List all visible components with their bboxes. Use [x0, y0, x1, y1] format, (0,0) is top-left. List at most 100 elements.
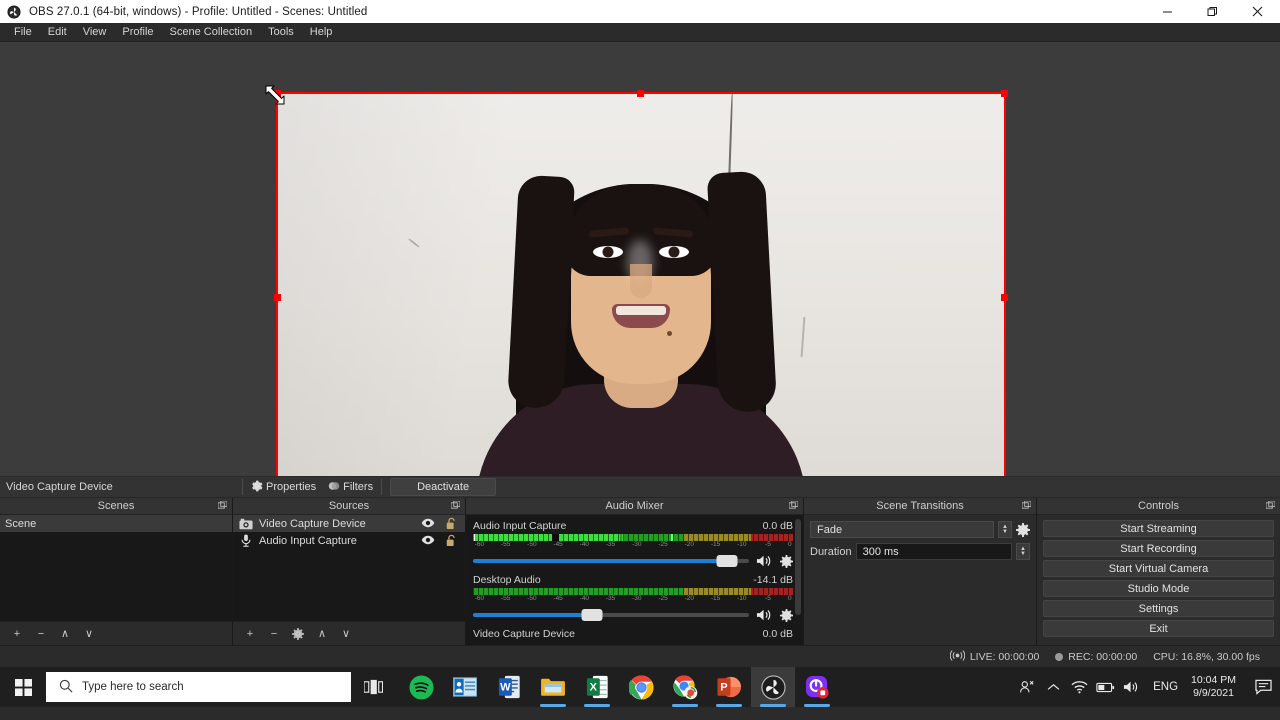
live-time-label: LIVE: 00:00:00 [969, 650, 1040, 663]
taskbar-app-word[interactable]: W [487, 667, 531, 707]
app-running-indicator [540, 704, 566, 707]
scenes-dock-title: Scenes [0, 498, 232, 515]
transition-select[interactable]: Fade [810, 521, 994, 538]
audio-mixer-dock-title: Audio Mixer [466, 498, 803, 515]
duration-stepper[interactable]: ▲ ▼ [1016, 543, 1030, 560]
taskbar-apps: W X P [399, 667, 839, 707]
menu-help[interactable]: Help [302, 23, 341, 42]
menu-scene-collection[interactable]: Scene Collection [162, 23, 261, 42]
start-streaming-button[interactable]: Start Streaming [1043, 520, 1274, 537]
move-scene-down-button[interactable]: ∨ [78, 624, 100, 644]
wifi-icon[interactable] [1066, 667, 1092, 707]
source-settings-button[interactable] [287, 624, 309, 644]
remove-scene-button[interactable]: − [30, 624, 52, 644]
float-dock-icon[interactable] [450, 500, 461, 513]
exit-button[interactable]: Exit [1043, 620, 1274, 637]
taskbar-app-screen-recorder[interactable] [795, 667, 839, 707]
menu-file[interactable]: File [6, 23, 40, 42]
toolbar-divider [242, 479, 243, 495]
volume-slider[interactable] [473, 555, 749, 567]
volume-icon[interactable] [1118, 667, 1144, 707]
taskbar-app-obs[interactable] [751, 667, 795, 707]
close-button[interactable] [1235, 0, 1280, 23]
move-source-down-button[interactable]: ∨ [335, 624, 357, 644]
speaker-icon[interactable] [756, 554, 773, 568]
video-preview [276, 92, 1006, 476]
float-dock-icon[interactable] [217, 500, 228, 513]
search-input[interactable]: Type here to search [46, 672, 351, 702]
mixer-settings-gear-icon[interactable] [780, 608, 793, 622]
volume-slider[interactable] [473, 609, 749, 621]
move-source-up-button[interactable]: ∧ [311, 624, 333, 644]
scenes-title-label: Scenes [97, 500, 135, 512]
properties-button[interactable]: Properties [245, 477, 322, 497]
studio-mode-button[interactable]: Studio Mode [1043, 580, 1274, 597]
unlock-icon[interactable] [446, 517, 457, 533]
taskbar-app-outlook-contacts[interactable] [443, 667, 487, 707]
add-scene-button[interactable]: + [6, 624, 28, 644]
mixer-settings-gear-icon[interactable] [780, 554, 793, 568]
mixer-track: Audio Input Capture 0.0 dB -60 -55 -50 -… [473, 520, 793, 568]
status-bar: LIVE: 00:00:00 REC: 00:00:00 CPU: 16.8%,… [0, 645, 1280, 667]
mixer-track: Video Capture Device 0.0 dB [473, 628, 793, 640]
duration-input[interactable]: 300 ms [855, 543, 1012, 560]
transition-stepper[interactable]: ▲ ▼ [998, 521, 1012, 538]
add-source-button[interactable]: + [239, 624, 261, 644]
eye-icon[interactable] [421, 517, 435, 532]
remove-source-button[interactable]: − [263, 624, 285, 644]
maximize-restore-button[interactable] [1190, 0, 1235, 23]
sources-list[interactable]: Video Capture Device Audio Input Capture [233, 515, 465, 621]
chevron-down-icon: ▼ [1020, 550, 1026, 557]
action-center-icon[interactable] [1246, 667, 1280, 707]
deactivate-button[interactable]: Deactivate [390, 478, 497, 496]
scenes-list[interactable]: Scene [0, 515, 232, 621]
app-running-indicator [716, 704, 742, 707]
settings-button[interactable]: Settings [1043, 600, 1274, 617]
battery-icon[interactable] [1092, 667, 1118, 707]
preview-canvas-area[interactable] [0, 42, 1280, 476]
float-dock-icon[interactable] [788, 500, 799, 513]
mixer-db-scale: -60 -55 -50 -45 -40 -35 -30 -25 -20 -15 -10 -5… [474, 595, 792, 602]
float-dock-icon[interactable] [1265, 500, 1276, 513]
people-icon[interactable] [1014, 667, 1040, 707]
source-list-item[interactable]: Audio Input Capture [233, 532, 465, 549]
taskbar-app-spotify[interactable] [399, 667, 443, 707]
taskbar-app-file-explorer[interactable] [531, 667, 575, 707]
menu-tools[interactable]: Tools [260, 23, 302, 42]
transition-properties-gear-icon[interactable] [1016, 522, 1030, 537]
sources-dock-title: Sources [233, 498, 465, 515]
start-virtual-camera-button[interactable]: Start Virtual Camera [1043, 560, 1274, 577]
resize-cursor-icon [264, 84, 286, 106]
move-scene-up-button[interactable]: ∧ [54, 624, 76, 644]
scene-transitions-body: Fade ▲ ▼ Duration 300 ms ▲ ▼ [804, 515, 1036, 645]
filters-button[interactable]: Filters [322, 477, 379, 497]
minimize-button[interactable] [1145, 0, 1190, 23]
taskbar-app-powerpoint[interactable]: P [707, 667, 751, 707]
audio-mixer-body[interactable]: Audio Input Capture 0.0 dB -60 -55 -50 -… [466, 515, 803, 645]
source-toolbar: Video Capture Device Properties Filters … [0, 476, 1280, 498]
taskbar-app-excel[interactable]: X [575, 667, 619, 707]
task-view-button[interactable] [351, 667, 395, 707]
start-recording-button[interactable]: Start Recording [1043, 540, 1274, 557]
start-button[interactable] [0, 667, 46, 707]
record-dot-icon [1055, 652, 1064, 661]
float-dock-icon[interactable] [1021, 500, 1032, 513]
taskbar-app-chrome-secondary[interactable] [663, 667, 707, 707]
menu-edit[interactable]: Edit [40, 23, 75, 42]
eye-icon[interactable] [421, 534, 435, 549]
scene-list-item[interactable]: Scene [0, 515, 232, 532]
menu-profile[interactable]: Profile [114, 23, 161, 42]
show-hidden-icons-chevron-up-icon[interactable] [1040, 667, 1066, 707]
dock-row: Scenes Scene + − ∧ ∨ Sources Video Captu… [0, 498, 1280, 645]
clock[interactable]: 10:04 PM 9/9/2021 [1187, 674, 1246, 700]
transition-duration-row: Duration 300 ms ▲ ▼ [810, 543, 1030, 560]
source-list-item[interactable]: Video Capture Device [233, 515, 465, 532]
unlock-icon[interactable] [446, 534, 457, 550]
menu-view[interactable]: View [75, 23, 115, 42]
search-icon [59, 679, 73, 696]
taskbar-app-chrome[interactable] [619, 667, 663, 707]
audio-mixer-scrollbar[interactable] [795, 519, 801, 615]
filters-label: Filters [343, 481, 374, 493]
language-indicator[interactable]: ENG [1144, 681, 1187, 693]
speaker-icon[interactable] [756, 608, 773, 622]
